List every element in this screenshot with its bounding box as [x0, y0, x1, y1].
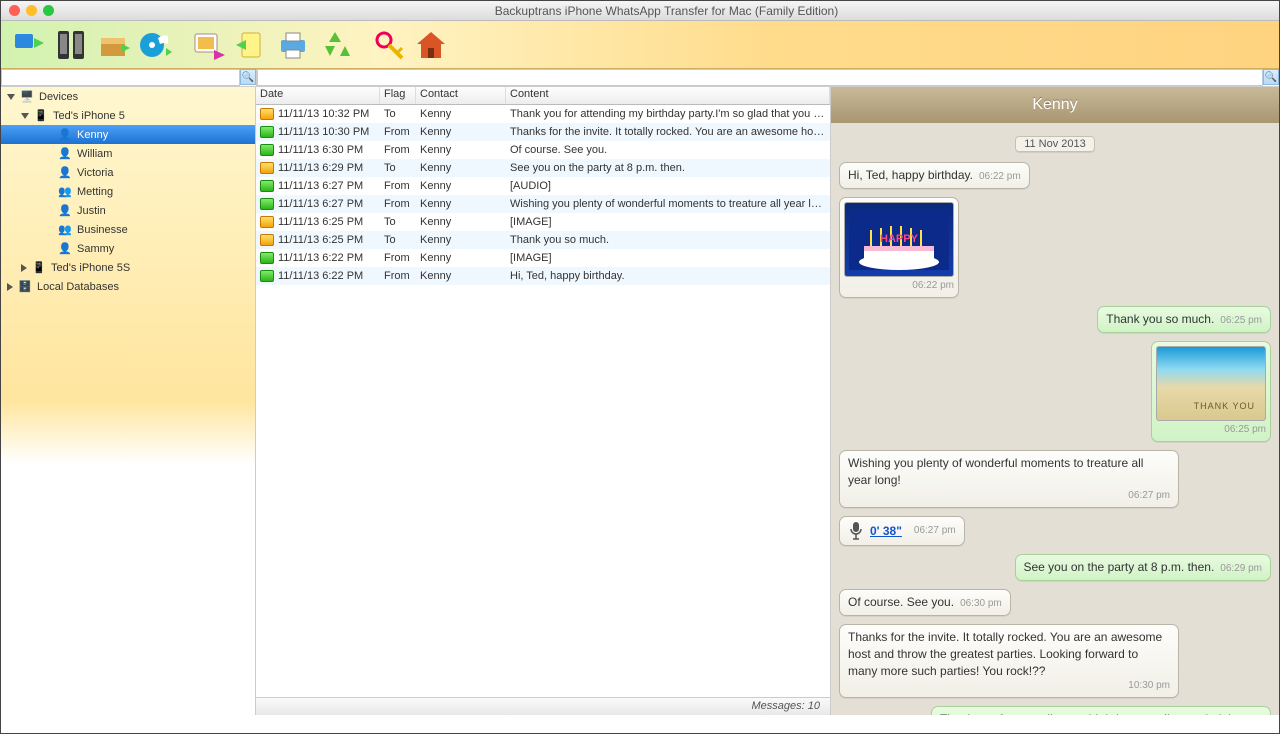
microphone-icon [848, 521, 864, 541]
device-ted-iphone5[interactable]: 📱Ted's iPhone 5 [1, 106, 255, 125]
table-header: Date Flag Contact Content [256, 87, 830, 105]
chat-bubble-out[interactable]: Thank you so much.06:25 pm [1097, 306, 1271, 333]
device-ted-iphone5s[interactable]: 📱Ted's iPhone 5S [1, 258, 255, 277]
transfer-icon[interactable] [9, 26, 49, 64]
timestamp: 06:30 pm [960, 598, 1002, 609]
table-row[interactable]: 11/11/13 6:22 PMFromKenny[IMAGE] [256, 249, 830, 267]
timestamp: 10:30 pm [848, 679, 1170, 693]
thank-you-beach-image: THANK YOU [1156, 346, 1266, 421]
contact-businesse[interactable]: 👥Businesse [1, 220, 255, 239]
message-direction-icon [260, 108, 274, 120]
contact-justin[interactable]: 👤Justin [1, 201, 255, 220]
contact-metting[interactable]: 👥Metting [1, 182, 255, 201]
window-title: Backuptrans iPhone WhatsApp Transfer for… [54, 4, 1279, 18]
group-icon: 👥 [57, 223, 73, 237]
printer-icon[interactable] [273, 26, 313, 64]
chat-bubble-out[interactable]: Thank you for attending my birthday part… [931, 706, 1271, 715]
chat-pane: Kenny 11 Nov 2013 Hi, Ted, happy birthda… [831, 87, 1279, 715]
message-direction-icon [260, 216, 274, 228]
zoom-window-button[interactable] [43, 5, 54, 16]
message-direction-icon [260, 180, 274, 192]
local-databases-node[interactable]: 🗄️Local Databases [1, 277, 255, 296]
export-icon[interactable] [231, 26, 271, 64]
message-direction-icon [260, 270, 274, 282]
chat-bubble-image-in[interactable]: HAPPY 06:22 pm [839, 197, 959, 298]
table-row[interactable]: 11/11/13 10:30 PMFromKennyThanks for the… [256, 123, 830, 141]
close-window-button[interactable] [9, 5, 20, 16]
person-icon: 👤 [57, 204, 73, 218]
table-row[interactable]: 11/11/13 6:27 PMFromKenny[AUDIO] [256, 177, 830, 195]
message-search-input[interactable] [257, 69, 1263, 86]
phone-icon: 📱 [33, 109, 49, 123]
group-icon: 👥 [57, 185, 73, 199]
table-row[interactable]: 11/11/13 6:27 PMFromKennyWishing you ple… [256, 195, 830, 213]
devices-node[interactable]: 🖥️ Devices [1, 87, 255, 106]
message-direction-icon [260, 234, 274, 246]
table-row[interactable]: 11/11/13 6:29 PMToKennySee you on the pa… [256, 159, 830, 177]
timestamp: 06:27 pm [848, 489, 1170, 503]
phone-icon: 📱 [31, 261, 47, 275]
music-disc-icon[interactable] [135, 26, 175, 64]
key-icon[interactable] [369, 26, 409, 64]
message-direction-icon [260, 198, 274, 210]
message-search-button[interactable]: 🔍 [1263, 69, 1279, 85]
message-direction-icon [260, 144, 274, 156]
message-direction-icon [260, 162, 274, 174]
titlebar: Backuptrans iPhone WhatsApp Transfer for… [1, 1, 1279, 21]
col-date[interactable]: Date [256, 87, 380, 104]
table-row[interactable]: 11/11/13 6:22 PMFromKennyHi, Ted, happy … [256, 267, 830, 285]
svg-text:HAPPY: HAPPY [880, 233, 919, 245]
person-icon: 👤 [57, 147, 73, 161]
timestamp: 06:22 pm [844, 279, 954, 293]
chat-header: Kenny [831, 87, 1279, 123]
person-icon: 👤 [57, 242, 73, 256]
toolbar [1, 21, 1279, 69]
devices-icon: 🖥️ [19, 90, 35, 104]
col-contact[interactable]: Contact [416, 87, 506, 104]
chat-bubble-in[interactable]: Wishing you plenty of wonderful moments … [839, 450, 1179, 508]
timestamp: 06:27 pm [914, 524, 956, 538]
birthday-cake-image: HAPPY [844, 202, 954, 277]
chat-bubble-image-out[interactable]: THANK YOU 06:25 pm [1151, 341, 1271, 442]
table-row[interactable]: 11/11/13 6:25 PMToKennyThank you so much… [256, 231, 830, 249]
gallery-arrow-icon[interactable] [189, 26, 229, 64]
person-icon: 👤 [57, 128, 73, 142]
chat-bubble-in[interactable]: Of course. See you.06:30 pm [839, 589, 1011, 616]
database-icon: 🗄️ [17, 280, 33, 294]
recycle-icon[interactable] [315, 26, 355, 64]
table-row[interactable]: 11/11/13 6:25 PMToKenny[IMAGE] [256, 213, 830, 231]
table-row[interactable]: 11/11/13 10:32 PMToKennyThank you for at… [256, 105, 830, 123]
person-icon: 👤 [57, 166, 73, 180]
col-flag[interactable]: Flag [380, 87, 416, 104]
status-bar: Messages: 10 [256, 697, 830, 715]
contact-sammy[interactable]: 👤Sammy [1, 239, 255, 258]
timestamp: 06:29 pm [1220, 563, 1262, 574]
timestamp: 06:22 pm [979, 171, 1021, 182]
timestamp: 06:25 pm [1156, 423, 1266, 437]
chat-bubble-audio[interactable]: 0' 38" 06:27 pm [839, 516, 965, 546]
chat-bubble-in[interactable]: Thanks for the invite. It totally rocked… [839, 624, 1179, 698]
home-icon[interactable] [411, 26, 451, 64]
table-row[interactable]: 11/11/13 6:30 PMFromKennyOf course. See … [256, 141, 830, 159]
phones-icon[interactable] [51, 26, 91, 64]
chat-date-pill: 11 Nov 2013 [839, 135, 1271, 152]
contact-kenny[interactable]: 👤Kenny [1, 125, 255, 144]
timestamp: 06:25 pm [1220, 315, 1262, 326]
contact-william[interactable]: 👤William [1, 144, 255, 163]
contact-victoria[interactable]: 👤Victoria [1, 163, 255, 182]
sidebar-search-input[interactable] [1, 69, 240, 86]
box-icon[interactable] [93, 26, 133, 64]
devices-label: Devices [39, 91, 78, 103]
message-list-pane: Date Flag Contact Content 11/11/13 10:32… [256, 87, 831, 715]
chat-bubble-in[interactable]: Hi, Ted, happy birthday.06:22 pm [839, 162, 1030, 189]
sidebar-search-button[interactable]: 🔍 [240, 69, 256, 85]
chat-bubble-out[interactable]: See you on the party at 8 p.m. then.06:2… [1015, 554, 1272, 581]
audio-duration-link[interactable]: 0' 38" [870, 523, 902, 540]
minimize-window-button[interactable] [26, 5, 37, 16]
col-content[interactable]: Content [506, 87, 830, 104]
message-direction-icon [260, 126, 274, 138]
message-direction-icon [260, 252, 274, 264]
sidebar: 🖥️ Devices 📱Ted's iPhone 5 👤Kenny 👤Willia… [1, 87, 256, 715]
